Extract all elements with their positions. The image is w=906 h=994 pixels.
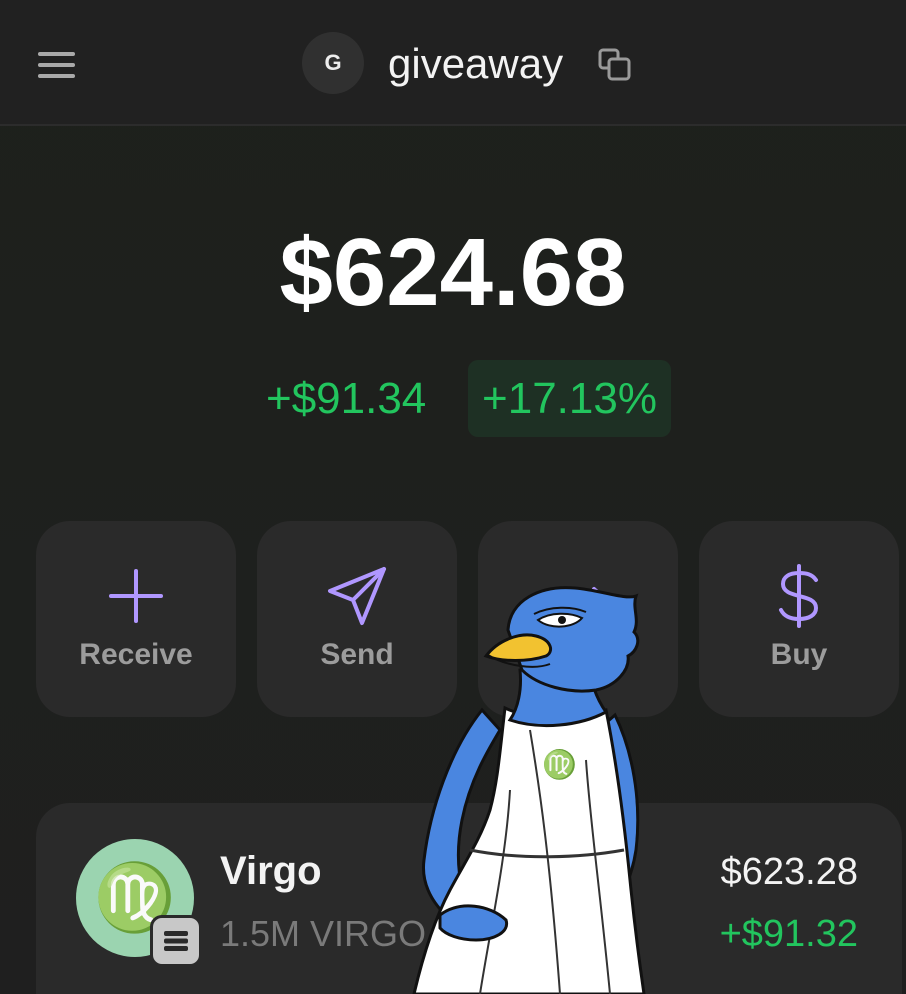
buy-label: Buy (770, 638, 828, 671)
top-bar: G giveaway (0, 0, 906, 126)
copy-icon[interactable] (597, 47, 633, 83)
svg-text:♍: ♍ (542, 748, 577, 781)
solana-icon (150, 915, 202, 967)
token-value: $623.28 (720, 851, 858, 893)
dollar-icon (779, 564, 819, 628)
balance-change-percent: +17.13% (468, 360, 671, 437)
token-name: Virgo (220, 849, 322, 893)
balance-change-amount: +$91.34 (266, 374, 427, 423)
token-amount: 1.5M VIRGO (220, 913, 427, 954)
receive-label: Receive (79, 638, 193, 671)
account-avatar[interactable]: G (302, 32, 364, 94)
wallet-screen: G giveaway $624.68 +$91.34 +17.13% Recei… (0, 0, 906, 994)
account-name[interactable]: giveaway (388, 38, 563, 90)
receive-button[interactable]: Receive (36, 521, 236, 717)
buy-button[interactable]: Buy (699, 521, 899, 717)
send-icon (328, 567, 386, 625)
total-balance: $624.68 (279, 219, 627, 326)
bird-mascot-illustration: ♍ (412, 586, 646, 994)
token-change: +$91.32 (719, 913, 858, 955)
hamburger-menu-icon[interactable] (38, 48, 76, 80)
plus-icon (109, 569, 163, 623)
